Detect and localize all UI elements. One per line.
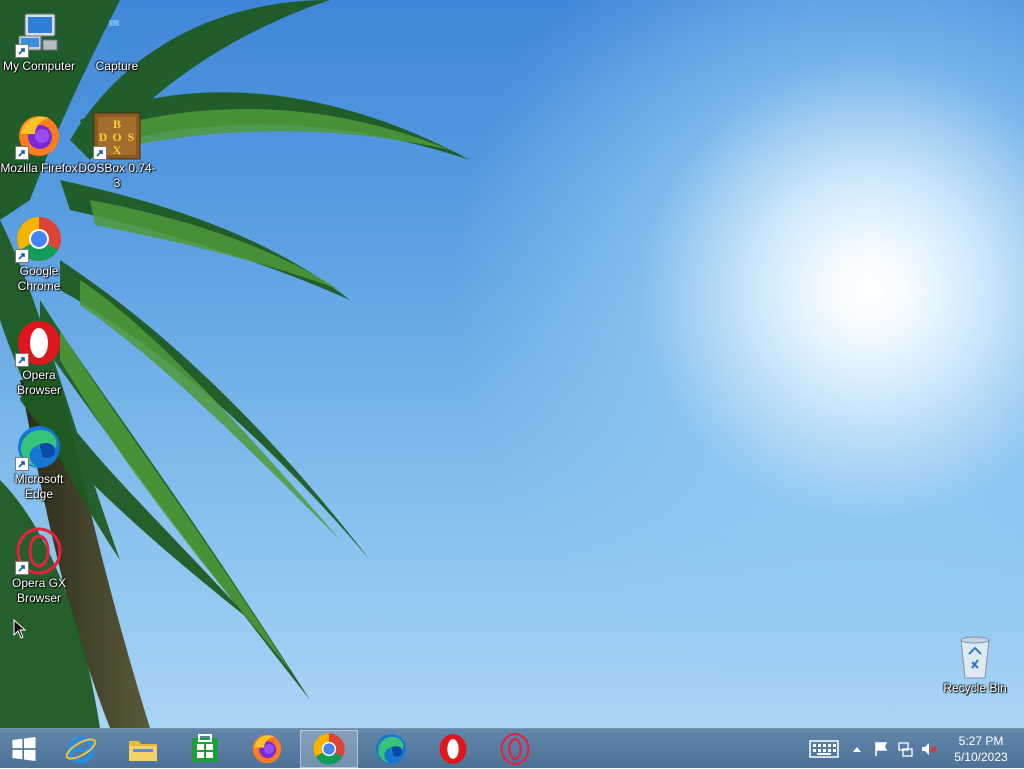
desktop-icon-label: Opera GX Browser bbox=[11, 576, 67, 605]
taskbar-opera-gx[interactable] bbox=[486, 730, 544, 768]
network-icon bbox=[898, 742, 913, 757]
clock-button[interactable]: 5:27 PM 5/10/2023 bbox=[944, 733, 1018, 765]
shortcut-arrow-icon bbox=[15, 44, 29, 58]
desktop-background[interactable]: My Computer Capture Mozilla Firefox B D … bbox=[0, 0, 1024, 728]
file-explorer-icon bbox=[129, 741, 157, 761]
keyboard-icon bbox=[809, 740, 839, 758]
firefox-icon bbox=[252, 734, 282, 764]
start-button[interactable] bbox=[0, 730, 48, 768]
desktop-icon-label: Microsoft Edge bbox=[14, 472, 64, 501]
network-button[interactable] bbox=[894, 729, 916, 769]
taskbar-internet-explorer[interactable] bbox=[52, 730, 110, 768]
opera-gx-icon bbox=[500, 733, 530, 765]
recycle-bin-icon bbox=[960, 636, 990, 679]
shortcut-arrow-icon bbox=[15, 353, 29, 367]
clock-date: 5/10/2023 bbox=[954, 750, 1008, 764]
shortcut-arrow-icon bbox=[93, 146, 107, 160]
volume-button[interactable] bbox=[918, 729, 940, 769]
clock-time: 5:27 PM bbox=[958, 734, 1004, 748]
desktop-icon-label: Mozilla Firefox bbox=[0, 161, 78, 175]
desktop-icon-firefox[interactable]: Mozilla Firefox bbox=[0, 112, 78, 176]
taskbar-firefox[interactable] bbox=[238, 730, 296, 768]
folder-icon bbox=[109, 20, 119, 52]
desktop-icon-dosbox[interactable]: B D O S X DOSBox 0.74-3 bbox=[78, 112, 156, 191]
desktop-icon-label: Opera Browser bbox=[16, 368, 61, 397]
desktop-icon-chrome[interactable]: Google Chrome bbox=[0, 215, 78, 294]
desktop-icon-opera-gx[interactable]: Opera GX Browser bbox=[0, 527, 78, 606]
edge-icon bbox=[376, 734, 406, 764]
desktop-icon-label: My Computer bbox=[2, 59, 76, 73]
desktop-icon-recycle-bin[interactable]: Recycle Bin bbox=[936, 632, 1014, 696]
taskbar-opera[interactable] bbox=[424, 730, 482, 768]
taskbar: 5:27 PM 5/10/2023 bbox=[0, 728, 1024, 768]
action-center-button[interactable] bbox=[870, 729, 892, 769]
desktop-icon-capture[interactable]: Capture bbox=[78, 10, 156, 74]
opera-icon bbox=[439, 734, 467, 764]
desktop-icon-label: DOSBox 0.74-3 bbox=[78, 161, 156, 190]
desktop-icon-label: Capture bbox=[95, 59, 139, 73]
windows-logo-icon bbox=[12, 737, 36, 761]
desktop-icon-label: Recycle Bin bbox=[943, 681, 1007, 695]
svg-text:B: B bbox=[113, 117, 121, 131]
palm-tree-wallpaper bbox=[0, 0, 470, 728]
flag-icon bbox=[875, 742, 888, 756]
internet-explorer-icon bbox=[65, 736, 97, 764]
svg-text:S: S bbox=[128, 130, 135, 144]
shortcut-arrow-icon bbox=[15, 146, 29, 160]
shortcut-arrow-icon bbox=[15, 249, 29, 263]
svg-text:O: O bbox=[112, 130, 121, 144]
chrome-icon bbox=[313, 733, 345, 765]
touch-keyboard-button[interactable] bbox=[806, 729, 842, 769]
store-icon bbox=[192, 734, 218, 762]
desktop-icon-opera[interactable]: Opera Browser bbox=[0, 319, 78, 398]
volume-muted-icon bbox=[922, 743, 937, 755]
desktop-icon-label: Google Chrome bbox=[17, 264, 61, 293]
taskbar-edge[interactable] bbox=[362, 730, 420, 768]
taskbar-store[interactable] bbox=[176, 730, 234, 768]
chevron-up-icon bbox=[853, 747, 861, 752]
show-hidden-icons-button[interactable] bbox=[848, 729, 866, 769]
shortcut-arrow-icon bbox=[15, 457, 29, 471]
mouse-pointer-icon bbox=[13, 619, 27, 639]
desktop-icon-edge[interactable]: Microsoft Edge bbox=[0, 423, 78, 502]
desktop-icon-my-computer[interactable]: My Computer bbox=[0, 10, 78, 74]
shortcut-arrow-icon bbox=[15, 561, 29, 575]
taskbar-file-explorer[interactable] bbox=[114, 730, 172, 768]
svg-text:D: D bbox=[99, 130, 108, 144]
svg-text:X: X bbox=[113, 143, 122, 157]
taskbar-chrome[interactable] bbox=[300, 730, 358, 768]
